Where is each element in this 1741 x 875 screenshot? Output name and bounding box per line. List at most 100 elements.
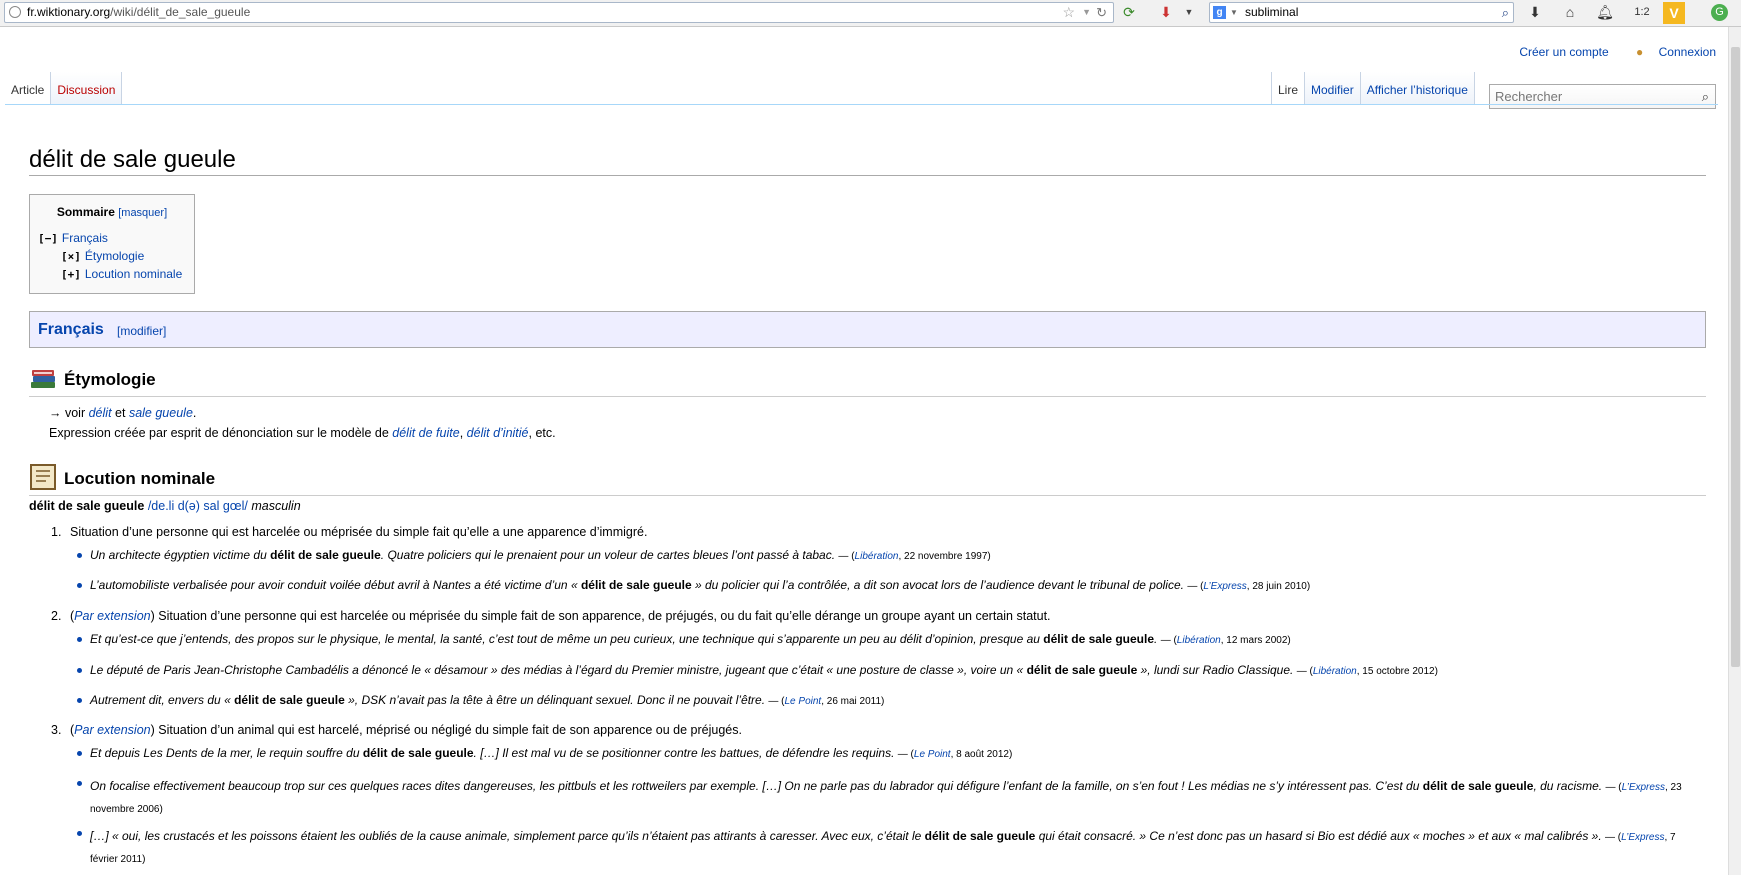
edit-link-text[interactable]: [modifier] xyxy=(117,324,166,338)
downloads-icon[interactable]: ⬇ xyxy=(1526,3,1544,21)
source-link[interactable]: Libération xyxy=(855,551,899,562)
source-link[interactable]: Libération xyxy=(1313,666,1357,677)
toc-item-label[interactable]: Français xyxy=(62,231,108,245)
quote-headword: délit de sale gueule xyxy=(362,746,474,760)
wiki-search-input[interactable]: Rechercher ⌕ xyxy=(1489,84,1716,109)
quote-text: , du racisme. xyxy=(1533,779,1603,793)
etymology-comma: , xyxy=(459,426,464,440)
quote-text: . […] Il est mal vu de se positionner co… xyxy=(473,746,895,760)
definition-number: 1. xyxy=(51,525,62,539)
quote-headword: délit de sale gueule xyxy=(580,578,692,592)
scrollbar-thumb[interactable] xyxy=(1731,47,1740,667)
google-icon[interactable]: g xyxy=(1213,6,1226,19)
source-date: , 26 mai 2011) xyxy=(821,696,885,707)
source-link[interactable]: Le Point xyxy=(785,696,822,707)
pronunciation[interactable]: /de.li d(ə) sal gœl/ xyxy=(148,499,248,513)
quote-headword: délit de sale gueule xyxy=(1422,779,1534,793)
toc-collapse-marker[interactable]: [+] xyxy=(61,268,81,281)
quote-text: . Quatre policiers qui le prenaient pour… xyxy=(380,548,836,562)
scroll-icon xyxy=(30,464,56,490)
create-account-link[interactable]: Créer un compte xyxy=(1519,45,1608,59)
page-scrollbar[interactable] xyxy=(1728,27,1741,875)
search-go-icon[interactable]: ⌕ xyxy=(1502,3,1509,22)
tab-read[interactable]: Lire xyxy=(1271,72,1306,104)
tab-counter[interactable]: 1:2 xyxy=(1630,3,1654,21)
reload-icon[interactable]: ↻ xyxy=(1096,3,1107,22)
bookmark-star-icon[interactable]: ☆ xyxy=(1062,3,1075,22)
headword: délit de sale gueule xyxy=(29,499,145,513)
etymology-etc: , etc. xyxy=(528,426,556,440)
login-link[interactable]: Connexion xyxy=(1659,45,1716,59)
v-addon-icon[interactable]: V xyxy=(1663,2,1685,24)
toc-collapse-marker[interactable]: [×] xyxy=(61,250,81,263)
source-link[interactable]: L’Express xyxy=(1203,581,1246,592)
source-link[interactable]: L’Express xyxy=(1621,832,1664,843)
toc-item-label[interactable]: Locution nominale xyxy=(85,267,182,281)
definition-number: 3. xyxy=(51,723,62,737)
language-edit-link[interactable]: [modifier] xyxy=(117,324,166,338)
quote-source: — (Libération, 22 novembre 1997) xyxy=(838,551,991,562)
quote-headword: délit de sale gueule xyxy=(1043,632,1154,646)
definition-text: Situation d’une personne qui est harcelé… xyxy=(70,525,648,539)
quote-text: Un architecte égyptien victime du xyxy=(90,548,271,562)
quote-bullet xyxy=(77,668,82,673)
tab-edit[interactable]: Modifier xyxy=(1305,72,1361,104)
view-tabs: Lire Modifier Afficher l’historique xyxy=(1271,72,1475,104)
toc-collapse-marker[interactable]: [−] xyxy=(38,232,58,245)
link-delit[interactable]: délit xyxy=(89,406,112,420)
content-top-border xyxy=(5,104,1718,105)
context-label[interactable]: Par extension xyxy=(74,723,150,737)
link-sale-gueule[interactable]: sale gueule xyxy=(129,406,193,420)
search-bar[interactable]: g ▼ subliminal ⌕ xyxy=(1209,2,1514,23)
gender: masculin xyxy=(251,499,301,513)
bell-icon[interactable]: 🔔︎ xyxy=(1596,3,1614,21)
login-link-wrapper[interactable]: ● Connexion xyxy=(1624,45,1716,59)
source-date: , 28 juin 2010) xyxy=(1246,581,1311,592)
context-label[interactable]: Par extension xyxy=(74,609,150,623)
home-icon[interactable]: ⌂ xyxy=(1561,3,1579,21)
tab-history[interactable]: Afficher l’historique xyxy=(1360,72,1475,104)
toc-toggle-link[interactable]: [masquer] xyxy=(118,207,167,219)
quote-2-2: Le député de Paris Jean-Christophe Camba… xyxy=(90,663,1438,677)
language-title[interactable]: Français xyxy=(38,321,104,339)
quote-text: Et qu’est-ce que j’entends, des propos s… xyxy=(90,632,1044,646)
quote-headword: délit de sale gueule xyxy=(1026,663,1138,677)
history-dropdown-icon[interactable]: ▼ xyxy=(1082,3,1091,22)
etymology-expression: Expression créée par esprit de dénonciat… xyxy=(49,426,389,440)
address-bar[interactable]: fr.wiktionary.org/wiki/délit_de_sale_gue… xyxy=(4,2,1114,23)
quote-text: On focalise effectivement beaucoup trop … xyxy=(90,779,1423,793)
refresh-addon-icon[interactable]: ⟳ xyxy=(1120,3,1138,21)
download-helper-dropdown-icon[interactable]: ▼ xyxy=(1180,3,1198,21)
link-delit-de-fuite[interactable]: délit de fuite xyxy=(392,426,459,440)
toc-item-locution-nominale[interactable]: [+] Locution nominale xyxy=(61,267,182,281)
source-link[interactable]: Libération xyxy=(1177,635,1221,646)
definition-2: (Par extension) Situation d’une personne… xyxy=(70,609,1051,623)
etymology-line-1: → voir délit et sale gueule. xyxy=(49,406,196,420)
link-delit-d-initie[interactable]: délit d’initié xyxy=(467,426,529,440)
quote-text: » du policier qui l’a contrôlée, a dit s… xyxy=(691,578,1184,592)
quote-bullet xyxy=(77,583,82,588)
search-bar-text[interactable]: subliminal xyxy=(1245,3,1298,22)
source-date: , 12 mars 2002) xyxy=(1220,635,1291,646)
toc-item-francais[interactable]: [−] Français xyxy=(38,231,108,245)
quote-headword: délit de sale gueule xyxy=(924,829,1036,843)
sync-addon-icon[interactable]: G xyxy=(1711,4,1728,21)
etymology-period: . xyxy=(192,406,197,420)
quote-source: — (Le Point, 26 mai 2011) xyxy=(768,696,885,707)
address-text[interactable]: fr.wiktionary.org/wiki/délit_de_sale_gue… xyxy=(27,3,250,22)
source-link[interactable]: L’Express xyxy=(1622,782,1665,793)
page-title: délit de sale gueule xyxy=(29,146,1706,176)
download-helper-icon[interactable]: ⬇ xyxy=(1157,3,1175,21)
tab-article[interactable]: Article xyxy=(5,72,52,104)
quote-bullet xyxy=(77,553,82,558)
engine-dropdown-icon[interactable]: ▼ xyxy=(1230,3,1238,22)
tab-discussion[interactable]: Discussion xyxy=(51,72,123,104)
quote-1-1: Un architecte égyptien victime du délit … xyxy=(90,548,991,562)
definition-text: Situation d’une personne qui est harcelé… xyxy=(158,609,1051,623)
etymology-see: → voir xyxy=(49,406,86,420)
source-link[interactable]: Le Point xyxy=(914,749,951,760)
toc-item-etymologie[interactable]: [×] Étymologie xyxy=(61,249,144,263)
etymology-header: Étymologie xyxy=(29,364,1706,397)
quote-source: — (Libération, 15 octobre 2012) xyxy=(1296,666,1438,677)
toc-item-label[interactable]: Étymologie xyxy=(85,249,144,263)
